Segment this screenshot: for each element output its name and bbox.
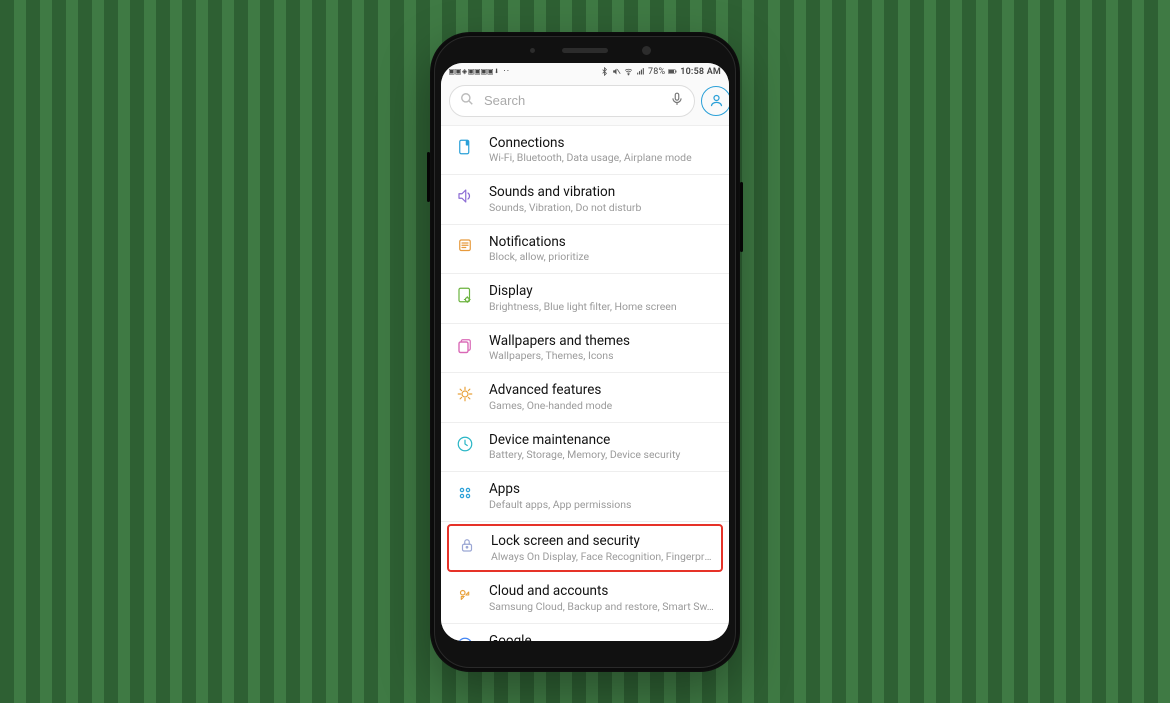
settings-item-subtitle: Block, allow, prioritize bbox=[489, 250, 715, 264]
settings-item-title: Device maintenance bbox=[489, 432, 715, 449]
status-time: 10:58 AM bbox=[680, 67, 721, 77]
settings-item-subtitle: Brightness, Blue light filter, Home scre… bbox=[489, 300, 715, 314]
bluetooth-icon bbox=[600, 67, 609, 76]
search-icon bbox=[460, 91, 474, 110]
settings-item-display[interactable]: DisplayBrightness, Blue light filter, Ho… bbox=[441, 274, 729, 324]
settings-item-cloud[interactable]: Cloud and accountsSamsung Cloud, Backup … bbox=[441, 574, 729, 624]
maintenance-icon bbox=[455, 434, 475, 454]
settings-item-text: Advanced featuresGames, One-handed mode bbox=[489, 382, 715, 413]
status-left: ▣▣◈▣▣▣▣⬇ ·· bbox=[449, 67, 510, 77]
google-icon bbox=[455, 635, 475, 641]
cloud-icon bbox=[455, 585, 475, 605]
phone-sensor bbox=[530, 48, 535, 53]
display-icon bbox=[455, 285, 475, 305]
lock-icon bbox=[457, 535, 477, 555]
connections-icon bbox=[455, 137, 475, 157]
advanced-icon bbox=[455, 384, 475, 404]
settings-item-subtitle: Sounds, Vibration, Do not disturb bbox=[489, 201, 715, 215]
wifi-icon bbox=[624, 67, 633, 76]
apps-icon bbox=[455, 483, 475, 503]
settings-item-text: Lock screen and securityAlways On Displa… bbox=[491, 533, 713, 564]
settings-item-subtitle: Wi-Fi, Bluetooth, Data usage, Airplane m… bbox=[489, 151, 715, 165]
settings-item-text: NotificationsBlock, allow, prioritize bbox=[489, 234, 715, 265]
mute-icon bbox=[612, 67, 621, 76]
settings-item-security[interactable]: Lock screen and securityAlways On Displa… bbox=[447, 524, 723, 573]
sound-icon bbox=[455, 186, 475, 206]
mic-icon[interactable] bbox=[670, 91, 684, 110]
wallpapers-icon bbox=[455, 335, 475, 355]
settings-item-text: GoogleGoogle settings bbox=[489, 633, 715, 641]
settings-item-google[interactable]: GoogleGoogle settings bbox=[441, 624, 729, 641]
settings-item-title: Apps bbox=[489, 481, 715, 498]
settings-item-maintenance[interactable]: Device maintenanceBattery, Storage, Memo… bbox=[441, 423, 729, 473]
status-bar: ▣▣◈▣▣▣▣⬇ ·· bbox=[441, 63, 729, 81]
settings-item-text: ConnectionsWi-Fi, Bluetooth, Data usage,… bbox=[489, 135, 715, 166]
settings-item-subtitle: Default apps, App permissions bbox=[489, 498, 715, 512]
battery-icon bbox=[668, 67, 677, 76]
settings-item-text: Cloud and accountsSamsung Cloud, Backup … bbox=[489, 583, 715, 614]
status-app-icons: ▣▣◈▣▣▣▣⬇ bbox=[449, 67, 500, 77]
phone-screen: ▣▣◈▣▣▣▣⬇ ·· bbox=[441, 63, 729, 641]
settings-item-subtitle: Wallpapers, Themes, Icons bbox=[489, 349, 715, 363]
status-right: 78% 10:58 AM bbox=[600, 67, 721, 77]
notifications-icon bbox=[455, 236, 475, 256]
settings-item-text: DisplayBrightness, Blue light filter, Ho… bbox=[489, 283, 715, 314]
search-row bbox=[441, 81, 729, 126]
search-input[interactable] bbox=[482, 92, 662, 109]
settings-item-title: Sounds and vibration bbox=[489, 184, 715, 201]
settings-item-subtitle: Games, One-handed mode bbox=[489, 399, 715, 413]
signal-icon bbox=[636, 67, 645, 76]
phone-bezel: ▣▣◈▣▣▣▣⬇ ·· bbox=[434, 36, 736, 668]
page-background: ▣▣◈▣▣▣▣⬇ ·· bbox=[0, 0, 1170, 703]
settings-item-title: Connections bbox=[489, 135, 715, 152]
settings-item-notifications[interactable]: NotificationsBlock, allow, prioritize bbox=[441, 225, 729, 275]
settings-item-subtitle: Always On Display, Face Recognition, Fin… bbox=[491, 550, 713, 564]
profile-button[interactable] bbox=[701, 86, 729, 116]
phone-speaker bbox=[562, 48, 608, 53]
settings-item-title: Cloud and accounts bbox=[489, 583, 715, 600]
phone-camera bbox=[642, 46, 651, 55]
settings-item-text: Sounds and vibrationSounds, Vibration, D… bbox=[489, 184, 715, 215]
settings-item-title: Wallpapers and themes bbox=[489, 333, 715, 350]
settings-item-advanced[interactable]: Advanced featuresGames, One-handed mode bbox=[441, 373, 729, 423]
settings-item-title: Lock screen and security bbox=[491, 533, 713, 550]
search-box[interactable] bbox=[449, 85, 695, 117]
settings-item-title: Notifications bbox=[489, 234, 715, 251]
settings-item-subtitle: Battery, Storage, Memory, Device securit… bbox=[489, 448, 715, 462]
settings-item-text: Device maintenanceBattery, Storage, Memo… bbox=[489, 432, 715, 463]
status-more-icon: ·· bbox=[503, 67, 510, 77]
settings-item-title: Display bbox=[489, 283, 715, 300]
settings-item-title: Google bbox=[489, 633, 715, 641]
settings-item-subtitle: Samsung Cloud, Backup and restore, Smart… bbox=[489, 600, 715, 614]
settings-item-apps[interactable]: AppsDefault apps, App permissions bbox=[441, 472, 729, 522]
settings-item-text: Wallpapers and themesWallpapers, Themes,… bbox=[489, 333, 715, 364]
settings-item-connections[interactable]: ConnectionsWi-Fi, Bluetooth, Data usage,… bbox=[441, 126, 729, 176]
settings-item-wallpapers[interactable]: Wallpapers and themesWallpapers, Themes,… bbox=[441, 324, 729, 374]
phone-frame: ▣▣◈▣▣▣▣⬇ ·· bbox=[430, 32, 740, 672]
battery-percent: 78% bbox=[648, 67, 665, 77]
settings-item-title: Advanced features bbox=[489, 382, 715, 399]
settings-list[interactable]: ConnectionsWi-Fi, Bluetooth, Data usage,… bbox=[441, 126, 729, 641]
settings-item-text: AppsDefault apps, App permissions bbox=[489, 481, 715, 512]
settings-item-sounds[interactable]: Sounds and vibrationSounds, Vibration, D… bbox=[441, 175, 729, 225]
